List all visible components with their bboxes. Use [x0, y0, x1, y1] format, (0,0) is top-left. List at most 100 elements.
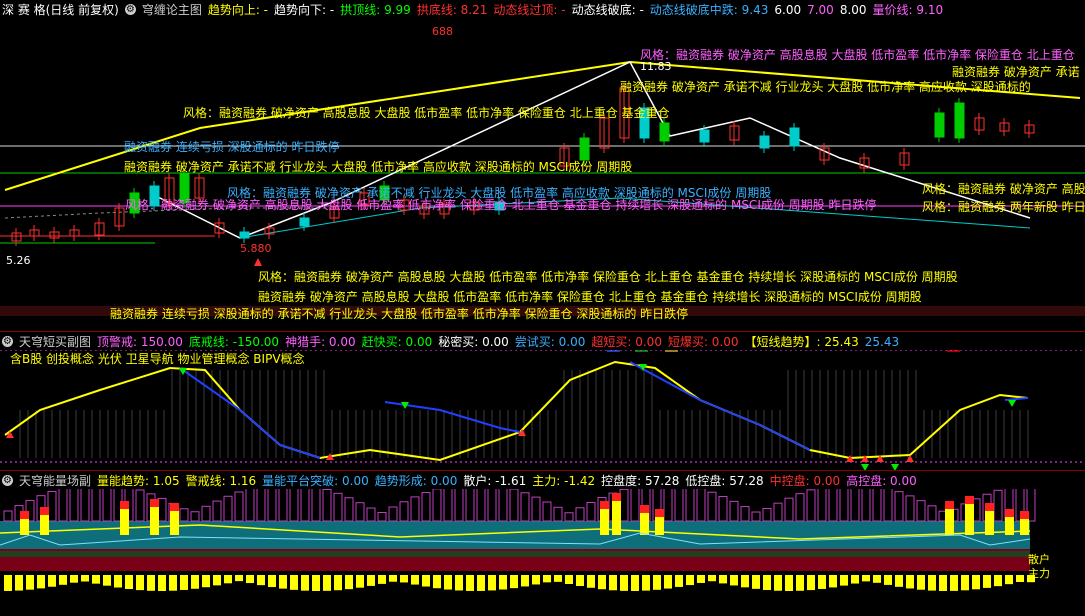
- volume-bar: [586, 501, 596, 522]
- settings-icon[interactable]: ⚙: [2, 474, 13, 486]
- volume-bar: [707, 491, 717, 522]
- volume-bar: [872, 489, 882, 522]
- volume-chart[interactable]: 散户 主力: [0, 489, 1085, 616]
- indicator-item: 7.00: [807, 2, 834, 17]
- energy-band: [0, 551, 1030, 557]
- volume-bar: [389, 575, 397, 582]
- volume-bar: [895, 575, 903, 587]
- volume-bar: [985, 503, 994, 511]
- volume-bar: [400, 575, 408, 583]
- volume-bar: [190, 511, 200, 522]
- volume-bar: [542, 501, 552, 522]
- volume-bar: [696, 489, 706, 522]
- volume-bar: [355, 502, 365, 522]
- volume-bar: [103, 575, 111, 586]
- settings-icon[interactable]: ⚙: [124, 3, 136, 15]
- volume-bar: [575, 507, 585, 522]
- style-text: 融资融券 破净资产 高股息股 大盘股 低市盈率 低市净率 保险重仓 北上重仓 基…: [258, 290, 922, 304]
- volume-panel-header: ⚙ 天穹能量场副 量能趋势: 1.05 警戒线: 1.16 量能平台突破: 0.00…: [0, 471, 1085, 489]
- volume-panel-title[interactable]: 天穹能量场副: [19, 472, 91, 489]
- short-chart-canvas[interactable]: [0, 350, 1085, 470]
- volume-bar: [202, 575, 210, 588]
- volume-bar: [600, 509, 609, 535]
- volume-bar: [278, 489, 288, 522]
- volume-bar: [916, 500, 926, 522]
- volume-bar: [367, 575, 375, 586]
- indicator-item: 动态线破底: -: [571, 2, 644, 17]
- volume-bar: [994, 575, 1002, 587]
- short-term-chart[interactable]: 含B股 创投概念 光伏 卫星导航 物业管理概念 BIPV概念: [0, 350, 1085, 470]
- indicator-item: 趋势向上: -: [207, 2, 269, 17]
- volume-bar: [795, 493, 805, 522]
- volume-bar: [48, 575, 56, 587]
- volume-bar: [322, 489, 332, 522]
- volume-bar: [945, 501, 954, 509]
- volume-bar: [829, 575, 837, 588]
- volume-bar: [785, 575, 793, 591]
- indicator-item: 趋势形成: 0.00: [374, 473, 458, 488]
- volume-bar: [763, 575, 771, 591]
- indicator-item: 6.00: [774, 2, 802, 17]
- volume-bar: [15, 575, 23, 591]
- short-panel-header: ⚙ 天穹短买副图 顶警戒: 150.00 底戒线: -150.00 神猎手: 0.0…: [0, 332, 1085, 350]
- volume-bar: [170, 503, 179, 511]
- volume-bar: [554, 575, 562, 582]
- trend-line: [629, 361, 811, 451]
- volume-bar: [150, 499, 159, 507]
- short-panel-title[interactable]: 天穹短买副图: [19, 333, 91, 350]
- volume-bar: [465, 489, 475, 522]
- stock-title[interactable]: 深 赛 格(日线 前复权): [2, 1, 119, 18]
- volume-bar: [92, 575, 100, 584]
- indicator-item: 量能趋势: 1.05: [97, 473, 180, 488]
- volume-bar: [476, 489, 486, 522]
- indicator-item: 赶快买: 0.00: [361, 334, 433, 349]
- style-text: 融资融券 连续亏损 深股通标的 昨日跌停: [124, 140, 340, 154]
- indicator-item: 尝试买: 0.00: [514, 334, 586, 349]
- volume-bar: [4, 575, 12, 591]
- volume-bar: [686, 575, 694, 586]
- volume-bar: [378, 575, 386, 584]
- volume-bar: [455, 575, 463, 591]
- indicator-item: 趋势向下: -: [274, 2, 335, 17]
- volume-bar: [58, 489, 68, 522]
- indicator-item: 动态线破底中跌: 9.43: [649, 2, 769, 17]
- volume-bar: [773, 502, 783, 522]
- indicator-item: 底戒线: -150.00: [188, 334, 280, 349]
- volume-bar: [945, 509, 954, 535]
- volume-bar: [917, 575, 925, 590]
- volume-bar: [928, 575, 936, 591]
- candle: [299, 217, 310, 227]
- price-high-label: 688: [432, 25, 453, 38]
- style-text: 风格：融资融券 破净资产 高股息股 大盘股 低市盈率 低市净率 保险重仓 北上重…: [258, 270, 958, 284]
- style-text: 融资融券 连续亏损 深股通标的 承诺不减 行业龙头 大盘股 低市盈率 低市净率 …: [110, 307, 689, 321]
- volume-bar: [600, 501, 609, 509]
- settings-icon[interactable]: ⚙: [2, 335, 13, 347]
- main-indicator-values: 趋势向上: - 趋势向下: - 拱顶线: 9.99 拱底线: 8.21 动态线过顶: -…: [208, 1, 949, 18]
- volume-bar: [147, 575, 155, 591]
- volume-bar: [345, 575, 353, 590]
- main-price-chart[interactable]: 688 11.83 5.880 5.26 风格：融资融券 破净资产 高股息股 大…: [0, 18, 1085, 352]
- indicator-name[interactable]: 穹缠论主图: [142, 1, 202, 18]
- volume-bar: [40, 507, 49, 515]
- volume-bar: [246, 575, 254, 584]
- volume-bar: [730, 575, 738, 586]
- volume-bar: [150, 507, 159, 535]
- volume-bar: [223, 495, 233, 522]
- indicator-item: 量价线: 9.10: [872, 2, 944, 17]
- volume-bar: [653, 575, 661, 590]
- volume-bar: [862, 575, 870, 582]
- volume-chart-canvas[interactable]: [0, 489, 1085, 616]
- buy-arrow: [254, 258, 262, 266]
- indicator-item: 拱底线: 8.21: [416, 2, 488, 17]
- volume-bar: [366, 507, 376, 522]
- volume-bar: [1016, 575, 1024, 583]
- volume-bar: [256, 489, 266, 522]
- volume-bar: [290, 575, 298, 590]
- volume-bar: [499, 575, 507, 590]
- volume-bar: [300, 489, 310, 522]
- volume-bar: [939, 575, 947, 591]
- volume-bar: [818, 575, 826, 589]
- volume-bar: [311, 489, 321, 522]
- volume-bar: [334, 575, 342, 591]
- volume-bar: [1005, 575, 1013, 585]
